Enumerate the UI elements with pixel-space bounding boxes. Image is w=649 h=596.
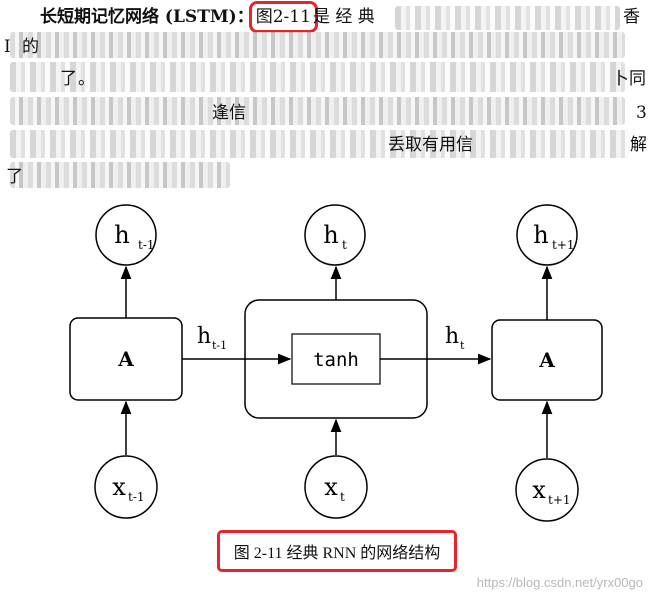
input-label: x [112, 473, 126, 501]
text-fragment: 。 [78, 69, 95, 89]
connection-label-sub: t-1 [212, 339, 227, 352]
text-fragment: 3 [636, 103, 647, 123]
connection-label-2: h t [445, 324, 465, 352]
text-fragment: 了 [6, 167, 23, 187]
connection-label-1: h t-1 [197, 324, 227, 352]
text-fragment: 香 [623, 7, 640, 27]
text-fragment: I [4, 37, 11, 57]
paragraph-continuation: 是 经 典 [312, 7, 375, 27]
hidden-state-node-3: h t+1 [516, 204, 578, 266]
input-subscript: t [340, 490, 345, 504]
figure-reference: 图2-11 [248, 1, 318, 33]
cell-a-left: A [69, 317, 183, 401]
hidden-state-subscript: t [342, 238, 347, 252]
cell-label: A [538, 348, 555, 372]
cell-label: A [117, 347, 134, 371]
hidden-state-subscript: t+1 [552, 238, 575, 252]
redaction-line3 [10, 62, 625, 92]
input-node-2: x t [304, 455, 368, 519]
connection-label-main: h [197, 324, 211, 349]
watermark: https://blog.csdn.net/yrx00go [476, 575, 643, 590]
text-fragment: 丢取有用信 [388, 135, 473, 155]
text-fragment: 了 [60, 69, 77, 89]
connection-label-main: h [445, 324, 459, 349]
hidden-state-label: h [533, 221, 548, 249]
term-label: 长短期记忆网络 (LSTM)： [40, 7, 254, 27]
svg-text:h: h [114, 221, 129, 249]
input-node-3: x t+1 [515, 458, 579, 522]
cell-a-right: A [491, 319, 603, 401]
redaction-line4 [10, 97, 625, 125]
hidden-state-label: h [323, 221, 338, 249]
input-label: x [324, 473, 338, 501]
text-fragment: 的 [22, 37, 39, 57]
hidden-state-subscript: t-1 [138, 238, 155, 252]
hidden-state-node-1: h t-1 [95, 204, 157, 266]
hidden-state-label: h [114, 221, 129, 249]
paragraph-first-line: 长短期记忆网络 (LSTM)： 图2-11 是 经 典 [40, 1, 375, 33]
input-subscript: t+1 [548, 493, 571, 507]
redaction-line6 [10, 162, 230, 188]
input-subscript: t-1 [128, 490, 145, 504]
rnn-structure-diagram: h t-1 h t h t+1 A tanh A h t-1 h t x t-1… [69, 204, 603, 522]
figure-caption: 图 2-11 经典 RNN 的网络结构 [233, 545, 441, 562]
figure-caption-highlight: 图 2-11 经典 RNN 的网络结构 [217, 530, 457, 572]
input-node-1: x t-1 [94, 455, 158, 519]
text-fragment: 逢信 [212, 103, 246, 123]
tanh-label: tanh [313, 349, 359, 371]
text-fragment: 解 [630, 135, 647, 155]
redaction-line2 [10, 32, 625, 58]
connection-label-sub: t [460, 339, 465, 352]
text-fragment: 卜同 [612, 69, 646, 89]
hidden-state-node-2: h t [304, 204, 366, 266]
redaction-line5 [10, 130, 630, 158]
input-label: x [532, 476, 546, 504]
redaction-line1 [395, 6, 620, 30]
